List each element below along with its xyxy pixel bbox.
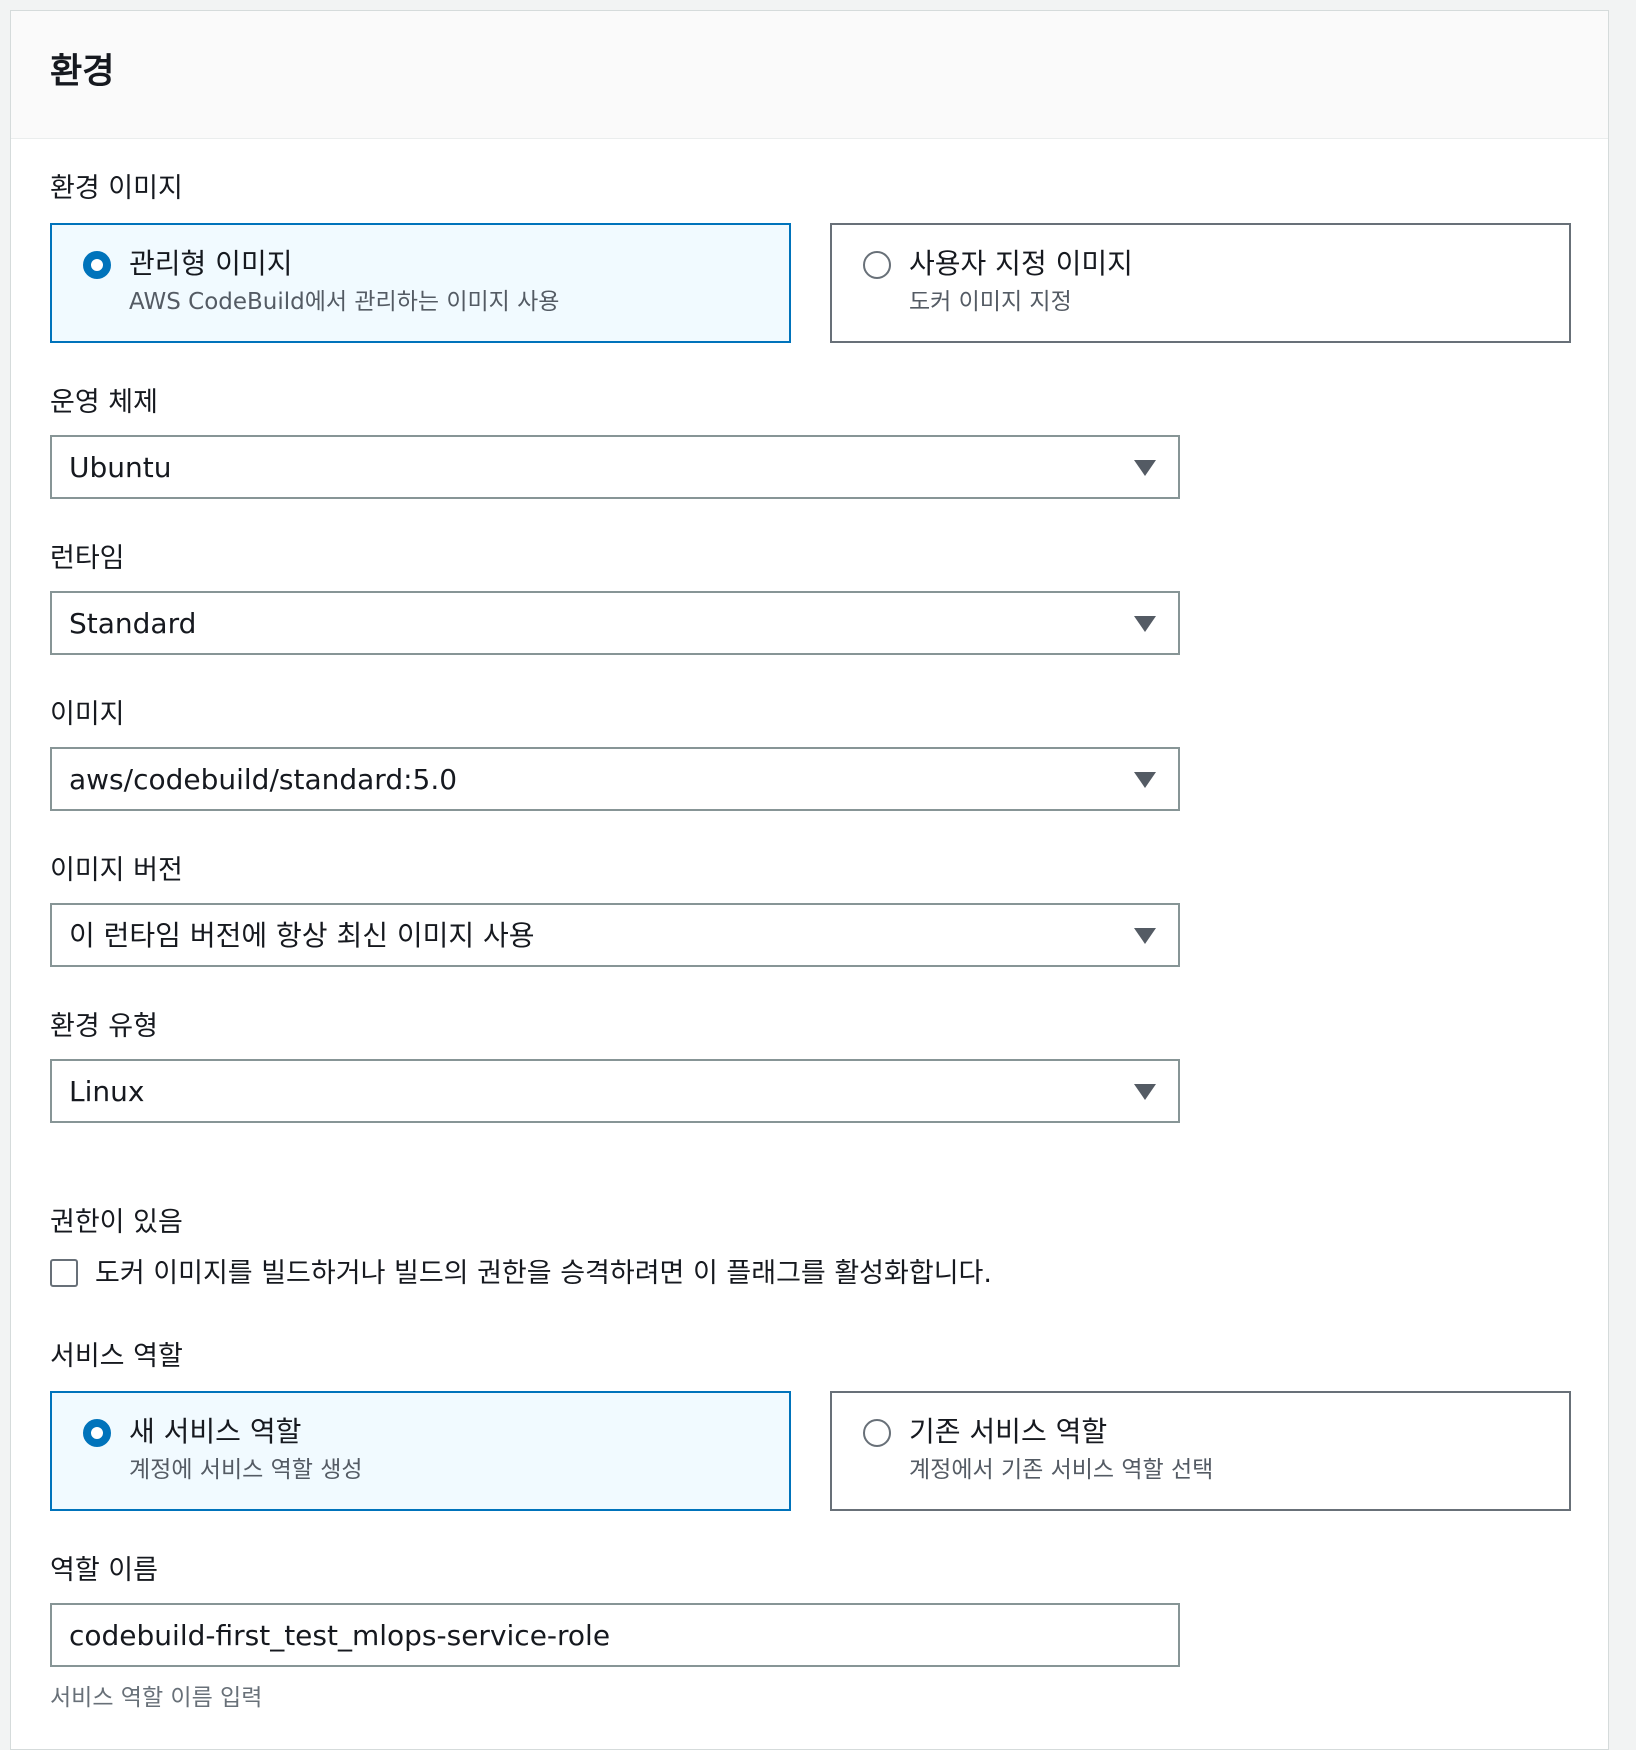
image-version-label: 이미지 버전: [50, 855, 183, 886]
environment-panel: 환경 환경 이미지 관리형 이미지 AWS CodeBuild에서 관리하는 이…: [10, 10, 1609, 1750]
radio-unselected-icon[interactable]: [863, 1419, 891, 1447]
image-version-value: 이 런타임 버전에 항상 최신 이미지 사용: [69, 919, 535, 952]
privileged-checkbox-label[interactable]: 도커 이미지를 빌드하거나 빌드의 권한을 승격하려면 이 플래그를 활성화합니…: [95, 1260, 992, 1287]
runtime-label: 런타임: [50, 543, 125, 574]
runtime-value: Standard: [69, 607, 197, 640]
image-value: aws/codebuild/standard:5.0: [69, 763, 458, 796]
image-version-select[interactable]: 이 런타임 버전에 항상 최신 이미지 사용: [50, 903, 1180, 967]
caret-down-icon: [1134, 460, 1156, 476]
environment-type-label: 환경 유형: [50, 1011, 158, 1042]
new-service-role-title: 새 서비스 역할: [129, 1415, 302, 1448]
runtime-select[interactable]: Standard: [50, 591, 1180, 655]
radio-unselected-icon[interactable]: [863, 251, 891, 279]
image-select[interactable]: aws/codebuild/standard:5.0: [50, 747, 1180, 811]
custom-image-title: 사용자 지정 이미지: [909, 247, 1133, 280]
existing-service-role-title: 기존 서비스 역할: [909, 1415, 1108, 1448]
panel-title: 환경: [50, 52, 115, 92]
environment-type-select[interactable]: Linux: [50, 1059, 1180, 1123]
service-role-label: 서비스 역할: [50, 1341, 183, 1372]
caret-down-icon: [1134, 772, 1156, 788]
role-name-input[interactable]: [50, 1603, 1180, 1667]
caret-down-icon: [1134, 1084, 1156, 1100]
custom-image-option[interactable]: 사용자 지정 이미지 도커 이미지 지정: [830, 223, 1571, 343]
new-service-role-description: 계정에 서비스 역할 생성: [129, 1457, 363, 1483]
operating-system-select[interactable]: Ubuntu: [50, 435, 1180, 499]
environment-image-label: 환경 이미지: [50, 173, 183, 204]
managed-image-title: 관리형 이미지: [129, 247, 293, 280]
managed-image-description: AWS CodeBuild에서 관리하는 이미지 사용: [129, 289, 560, 315]
privileged-checkbox[interactable]: [50, 1259, 78, 1287]
managed-image-option[interactable]: 관리형 이미지 AWS CodeBuild에서 관리하는 이미지 사용: [50, 223, 791, 343]
custom-image-description: 도커 이미지 지정: [909, 289, 1072, 315]
radio-selected-icon[interactable]: [83, 1419, 111, 1447]
environment-type-value: Linux: [69, 1075, 145, 1108]
role-name-hint: 서비스 역할 이름 입력: [50, 1685, 263, 1711]
panel-header: 환경: [11, 11, 1608, 139]
role-name-label: 역할 이름: [50, 1555, 158, 1586]
caret-down-icon: [1134, 928, 1156, 944]
caret-down-icon: [1134, 616, 1156, 632]
privileged-label: 권한이 있음: [50, 1207, 183, 1238]
radio-selected-icon[interactable]: [83, 251, 111, 279]
image-label: 이미지: [50, 699, 125, 730]
new-service-role-option[interactable]: 새 서비스 역할 계정에 서비스 역할 생성: [50, 1391, 791, 1511]
existing-service-role-description: 계정에서 기존 서비스 역할 선택: [909, 1457, 1214, 1483]
operating-system-label: 운영 체제: [50, 387, 158, 418]
operating-system-value: Ubuntu: [69, 451, 172, 484]
existing-service-role-option[interactable]: 기존 서비스 역할 계정에서 기존 서비스 역할 선택: [830, 1391, 1571, 1511]
